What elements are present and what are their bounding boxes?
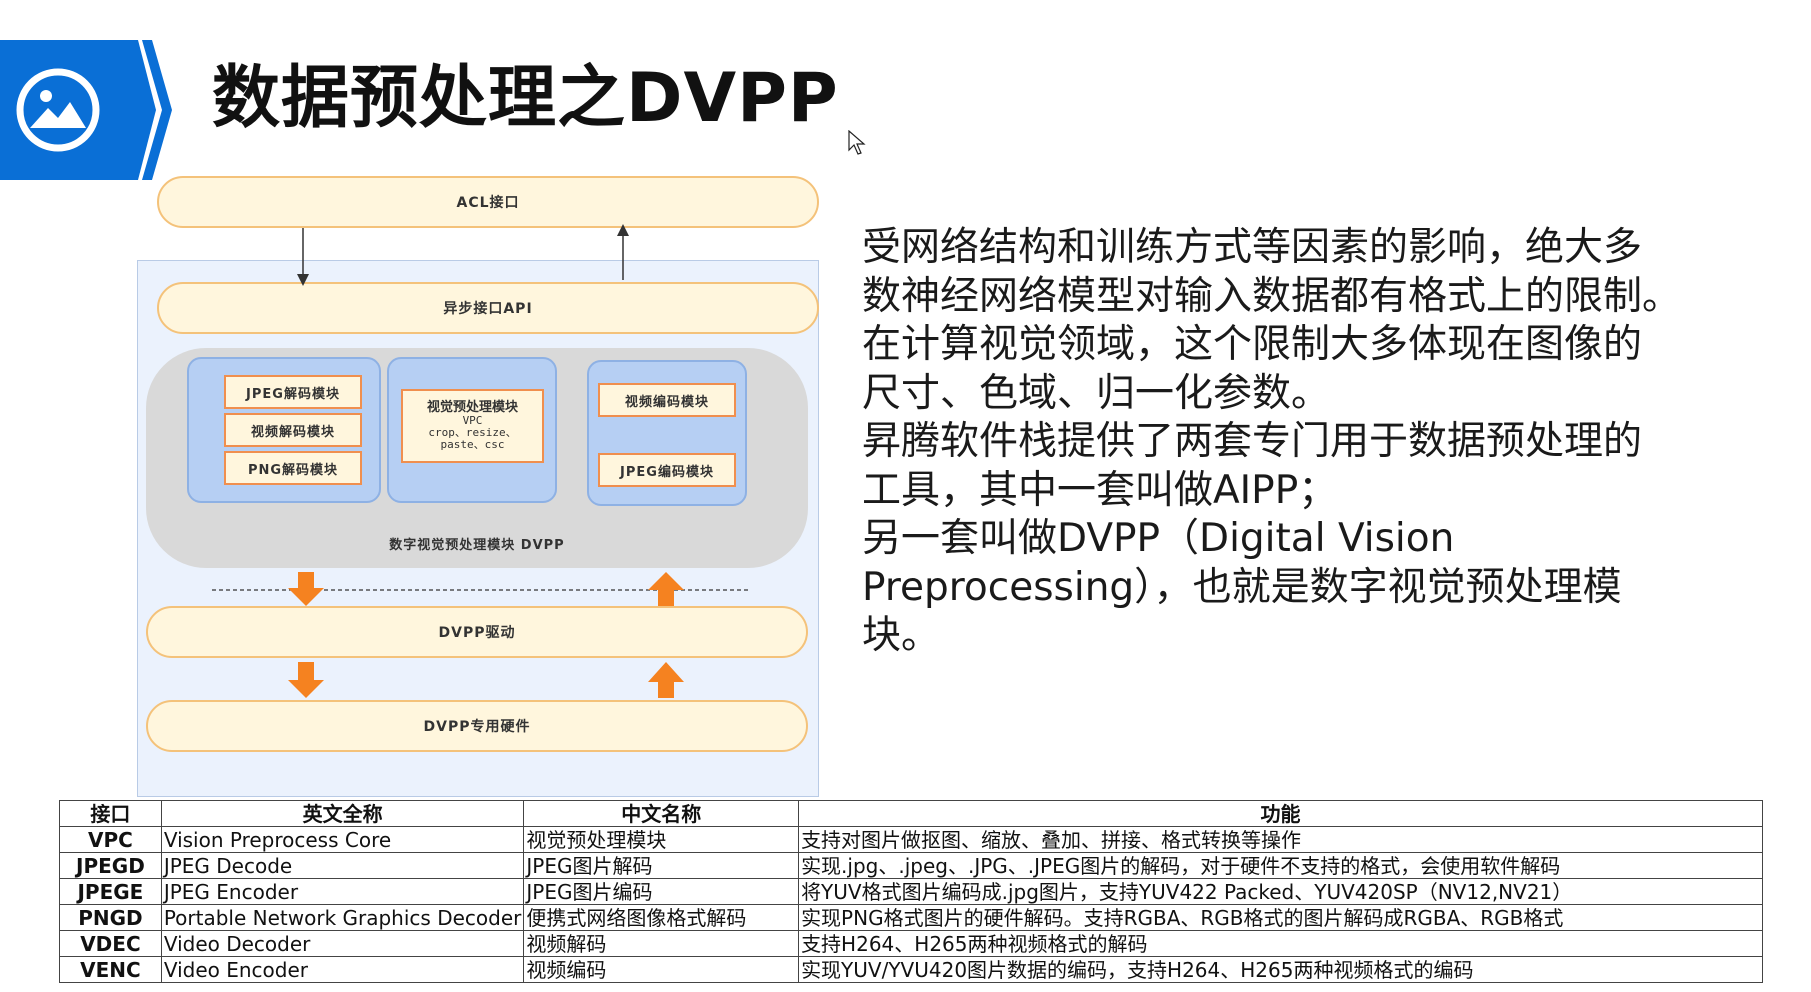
cell-english: Portable Network Graphics Decoder (160, 904, 525, 931)
header-chinese-name: 中文名称 (523, 800, 800, 827)
cell-chinese: 视频编码 (523, 956, 800, 983)
cell-chinese: 视频解码 (523, 930, 800, 957)
mouse-cursor-icon (848, 129, 866, 160)
table-row: JPEGD JPEG Decode JPEG图片解码 实现.jpg、.jpeg、… (59, 852, 1763, 879)
cell-interface: PNGD (59, 904, 162, 931)
cell-interface: VDEC (59, 930, 162, 957)
table-row: VENC Video Encoder 视频编码 实现YUV/YVU420图片数据… (59, 956, 1763, 983)
header-english-name: 英文全称 (160, 800, 525, 827)
cell-function: 支持H264、H265两种视频格式的解码 (798, 930, 1763, 957)
table-row: VPC Vision Preprocess Core 视觉预处理模块 支持对图片… (59, 826, 1763, 853)
description-text: 受网络结构和训练方式等因素的影响，绝大多 数神经网络模型对输入数据都有格式上的限… (862, 224, 1722, 661)
dvpp-panel-label: 数字视觉预处理模块 DVPP (389, 538, 565, 553)
cell-english: Video Encoder (160, 956, 525, 983)
vpc-ops-2: paste、csc (440, 438, 505, 452)
table-row: VDEC Video Decoder 视频解码 支持H264、H265两种视频格… (59, 930, 1763, 957)
description-line: 块。 (862, 613, 941, 658)
cell-function: 实现.jpg、.jpeg、.JPG、.JPEG图片的解码，对于硬件不支持的格式，… (798, 852, 1763, 879)
cell-interface: JPEGE (59, 878, 162, 905)
cell-function: 支持对图片做抠图、缩放、叠加、拼接、格式转换等操作 (798, 826, 1763, 853)
description-line: 在计算视觉领域，这个限制大多体现在图像的 (862, 322, 1643, 367)
jpeg-encoder-module: JPEG编码模块 (598, 453, 736, 487)
jpeg-decoder-module: JPEG解码模块 (224, 375, 362, 409)
video-encoder-module: 视频编码模块 (598, 383, 736, 417)
cell-chinese: JPEG图片解码 (523, 852, 800, 879)
cell-interface: VENC (59, 956, 162, 983)
cell-chinese: JPEG图片编码 (523, 878, 800, 905)
interface-table: 接口 英文全称 中文名称 功能 VPC Vision Preprocess Co… (59, 800, 1763, 983)
cell-chinese: 便携式网络图像格式解码 (523, 904, 800, 931)
description-line: 受网络结构和训练方式等因素的影响，绝大多 (862, 225, 1643, 270)
header-badge (0, 40, 180, 180)
vpc-module: 视觉预处理模块 VPC crop、resize、 paste、csc (401, 389, 544, 463)
description-line: Preprocessing），也就是数字视觉预处理模 (862, 564, 1622, 610)
description-line: 昇腾软件栈提供了两套专门用于数据预处理的 (862, 419, 1643, 464)
cell-interface: JPEGD (59, 852, 162, 879)
video-decoder-module: 视频解码模块 (224, 413, 362, 447)
vpc-title: 视觉预处理模块 (426, 399, 518, 415)
cell-interface: VPC (59, 826, 162, 853)
description-line: 另一套叫做DVPP（Digital Vision (862, 516, 1455, 561)
page-title: 数据预处理之DVPP (212, 59, 839, 138)
cell-english: Vision Preprocess Core (160, 826, 525, 853)
cell-english: Video Decoder (160, 930, 525, 957)
cell-function: 将YUV格式图片编码成.jpg图片，支持YUV422 Packed、YUV420… (798, 878, 1763, 905)
dvpp-hardware-box: DVPP专用硬件 (146, 700, 808, 752)
table-row: PNGD Portable Network Graphics Decoder 便… (59, 904, 1763, 931)
description-line: 工具，其中一套叫做AIPP； (862, 467, 1338, 513)
table-row: JPEGE JPEG Encoder JPEG图片编码 将YUV格式图片编码成.… (59, 878, 1763, 905)
cell-function: 实现YUV/YVU420图片数据的编码，支持H264、H265两种视频格式的编码 (798, 956, 1763, 983)
dvpp-driver-box: DVPP驱动 (146, 606, 808, 658)
acl-interface-box: ACL接口 (157, 176, 819, 228)
cell-function: 实现PNG格式图片的硬件解码。支持RGBA、RGB格式的图片解码成RGBA、RG… (798, 904, 1763, 931)
table-header-row: 接口 英文全称 中文名称 功能 (59, 800, 1763, 827)
png-decoder-module: PNG解码模块 (224, 451, 362, 485)
cell-english: JPEG Encoder (160, 878, 525, 905)
async-api-box: 异步接口API (157, 282, 819, 334)
description-line: 尺寸、色域、归一化参数。 (862, 370, 1331, 416)
cell-chinese: 视觉预处理模块 (523, 826, 800, 853)
header-function: 功能 (798, 800, 1763, 827)
cell-english: JPEG Decode (160, 852, 525, 879)
header-interface: 接口 (59, 800, 162, 827)
description-line: 数神经网络模型对输入数据都有格式上的限制。 (862, 273, 1682, 319)
